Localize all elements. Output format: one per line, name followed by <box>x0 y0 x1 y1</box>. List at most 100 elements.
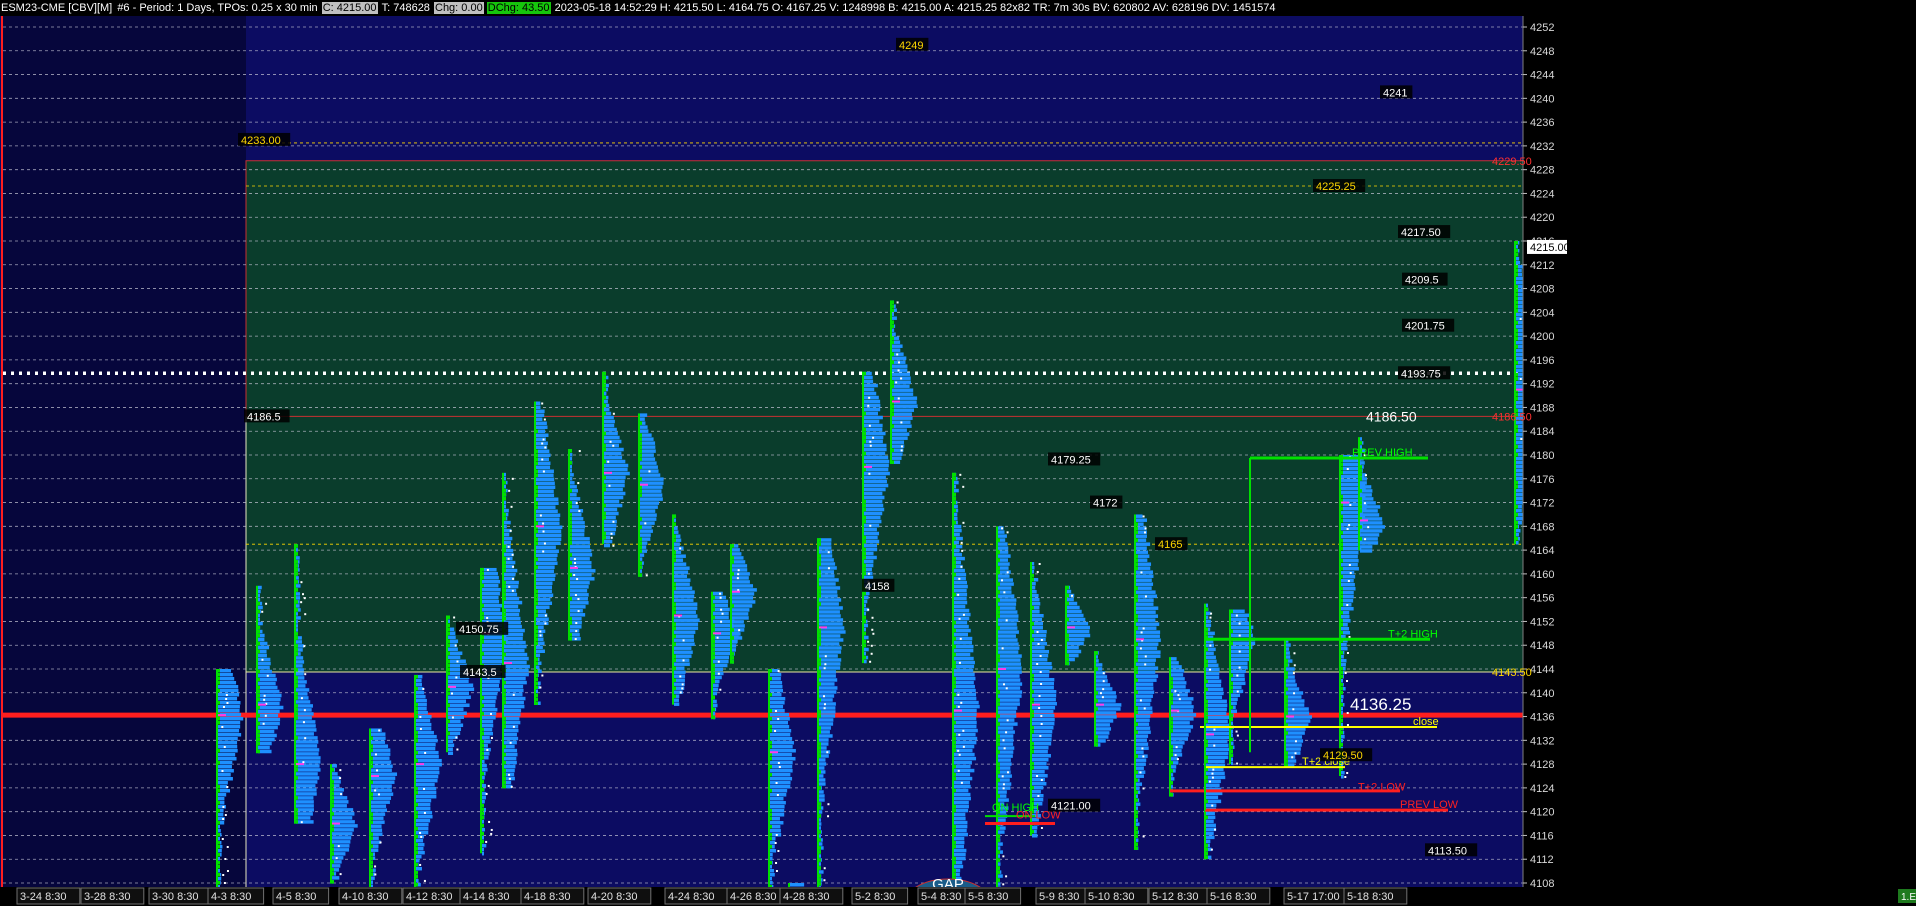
tpo-bar <box>732 552 742 556</box>
tpo-dot <box>1001 775 1004 778</box>
tpo-bar <box>954 820 968 825</box>
tpo-bar <box>998 790 1007 794</box>
tpo-bar <box>258 665 270 670</box>
tpo-green <box>638 445 642 449</box>
tpo-green <box>890 448 894 452</box>
tpo-dot <box>512 577 515 580</box>
price-tick-label: 4164 <box>1530 545 1554 557</box>
tpo-bar <box>1286 695 1302 699</box>
poc-mark <box>570 566 578 569</box>
tpo-bar <box>819 854 821 858</box>
tpo-bar <box>504 636 523 641</box>
tpo-green <box>1339 619 1343 623</box>
tpo-bar <box>218 877 222 881</box>
tpo-bar <box>416 866 422 871</box>
tpo-green <box>414 826 418 831</box>
tpo-dot <box>1102 680 1105 683</box>
tpo-green <box>996 606 1000 610</box>
tpo-green <box>369 812 373 816</box>
tpo-green <box>480 803 484 808</box>
tpo-green <box>1134 810 1138 814</box>
tpo-bar <box>296 728 317 732</box>
tpo-bar <box>1136 838 1139 842</box>
tpo-bar <box>1136 758 1147 762</box>
tpo-bar <box>1032 826 1038 830</box>
tpo-bar <box>713 599 729 604</box>
tpo-bar <box>892 424 912 428</box>
tpo-green <box>862 539 866 544</box>
tpo-bar <box>504 532 510 537</box>
tpo-dot <box>1002 883 1005 886</box>
tpo-green <box>480 779 484 784</box>
tpo-green <box>216 701 220 705</box>
tpo-dot <box>1238 666 1241 669</box>
tpo-green <box>890 408 894 412</box>
tpo-green <box>534 633 538 637</box>
tpo-dot <box>1210 612 1213 615</box>
tpo-bar <box>640 457 656 461</box>
tpo-bar <box>482 695 497 700</box>
tpo-dot <box>541 402 544 405</box>
tpo-green <box>1514 273 1518 277</box>
tpo-bar <box>998 830 1005 834</box>
tpo-green <box>996 766 1000 770</box>
market-profile-chart[interactable]: 4136.254186.50 PREV HIGHT+2 HIGHcloseT+2… <box>0 0 1916 906</box>
tpo-dot <box>962 745 965 748</box>
tpo-bar <box>954 732 976 737</box>
tpo-green <box>330 844 334 848</box>
tpo-bar <box>1096 679 1108 683</box>
tpo-bar <box>674 582 690 586</box>
tpo-dot <box>823 867 826 870</box>
tpo-bar <box>819 650 842 654</box>
tpo-green <box>568 561 572 565</box>
tpo-bar <box>416 818 431 823</box>
tpo-bar <box>954 748 973 753</box>
tpo-bar <box>504 708 522 713</box>
tpo-bar <box>998 646 1020 650</box>
tpo-bar <box>1171 697 1194 701</box>
tpo-green <box>862 451 866 456</box>
tpo-green <box>996 794 1000 798</box>
tpo-dot <box>1292 708 1295 711</box>
tpo-bar <box>1360 529 1383 533</box>
tpo-bar <box>536 541 561 545</box>
tpo-bar <box>218 693 240 697</box>
tpo-bar <box>448 687 475 691</box>
tpo-bar <box>296 816 311 820</box>
tpo-dot <box>1363 502 1366 505</box>
tpo-bar <box>1286 655 1291 659</box>
tpo-bar <box>819 614 841 618</box>
poc-mark <box>258 703 266 706</box>
tpo-bar <box>296 656 304 660</box>
tpo-dot <box>485 792 488 795</box>
tpo-bar <box>1136 654 1161 658</box>
tpo-green <box>1514 373 1518 377</box>
tpo-green <box>1514 485 1518 489</box>
tpo-bar <box>218 857 220 861</box>
tpo-green <box>602 503 606 508</box>
tpo-green <box>1514 293 1518 297</box>
tpo-bar <box>482 587 501 592</box>
tpo-bar <box>604 407 610 412</box>
tpo-bar <box>1032 758 1049 762</box>
tpo-green <box>862 567 866 572</box>
tpo-green <box>1514 505 1518 509</box>
tpo-green <box>216 881 220 885</box>
tpo-green <box>862 571 866 576</box>
tpo-green <box>568 573 572 577</box>
tpo-bar <box>864 471 890 476</box>
poc-mark <box>1067 626 1075 629</box>
tpo-dot <box>872 436 875 439</box>
tpo-bar <box>640 465 658 469</box>
tpo-bar <box>504 652 528 657</box>
tpo-dot <box>423 787 426 790</box>
tpo-green <box>1284 663 1288 667</box>
tpo-green <box>502 512 506 517</box>
tpo-bar <box>864 451 886 456</box>
tpo-bar <box>954 776 973 781</box>
tpo-bar <box>482 659 504 664</box>
tpo-green <box>952 592 956 597</box>
tpo-green <box>817 602 821 606</box>
tpo-green <box>1339 603 1343 607</box>
tpo-dot <box>1001 647 1004 650</box>
